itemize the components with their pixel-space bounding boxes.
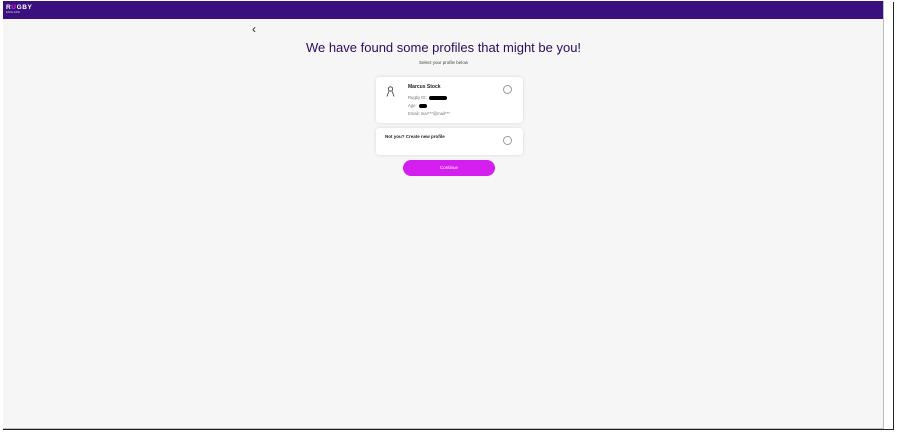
logo-subtitle: ENGLAND (6, 11, 20, 14)
rugby-logo[interactable]: RUGBY ENGLAND (6, 4, 32, 14)
new-profile-radio[interactable] (503, 136, 512, 145)
back-button[interactable]: ‹ (252, 22, 256, 36)
person-icon (386, 86, 395, 97)
page-title: We have found some profiles that might b… (305, 40, 582, 55)
profile-radio[interactable] (503, 85, 512, 94)
window-border-bottom (3, 429, 894, 430)
age-row: Age: (408, 103, 427, 108)
profile-name: Marcus Stock (408, 84, 441, 90)
age-redaction (418, 103, 427, 108)
profile-email: Email: mar***@mail*** (408, 111, 450, 116)
logo-wordmark: RUGBY (6, 4, 32, 11)
logo-letters-gby: GBY (16, 4, 33, 11)
page-subtitle: Select your profile below (418, 60, 469, 65)
chevron-left-icon: ‹ (252, 22, 256, 36)
rugby-id-label: Rugby ID: (408, 95, 427, 100)
profile-card[interactable]: Marcus Stock Rugby ID: Age: Email: mar**… (376, 77, 523, 123)
rugby-id-row: Rugby ID: (408, 95, 447, 100)
continue-button[interactable]: Continue (403, 160, 495, 176)
rugby-id-redaction (428, 95, 447, 100)
window-border-right (893, 2, 894, 430)
app-window: RUGBY ENGLAND ‹ We have found some profi… (3, 1, 884, 429)
age-label: Age: (408, 103, 417, 108)
top-bar: RUGBY ENGLAND (3, 1, 883, 19)
new-profile-card[interactable]: Not you? Create new profile (376, 128, 523, 155)
new-profile-label: Not you? Create new profile (385, 134, 445, 139)
